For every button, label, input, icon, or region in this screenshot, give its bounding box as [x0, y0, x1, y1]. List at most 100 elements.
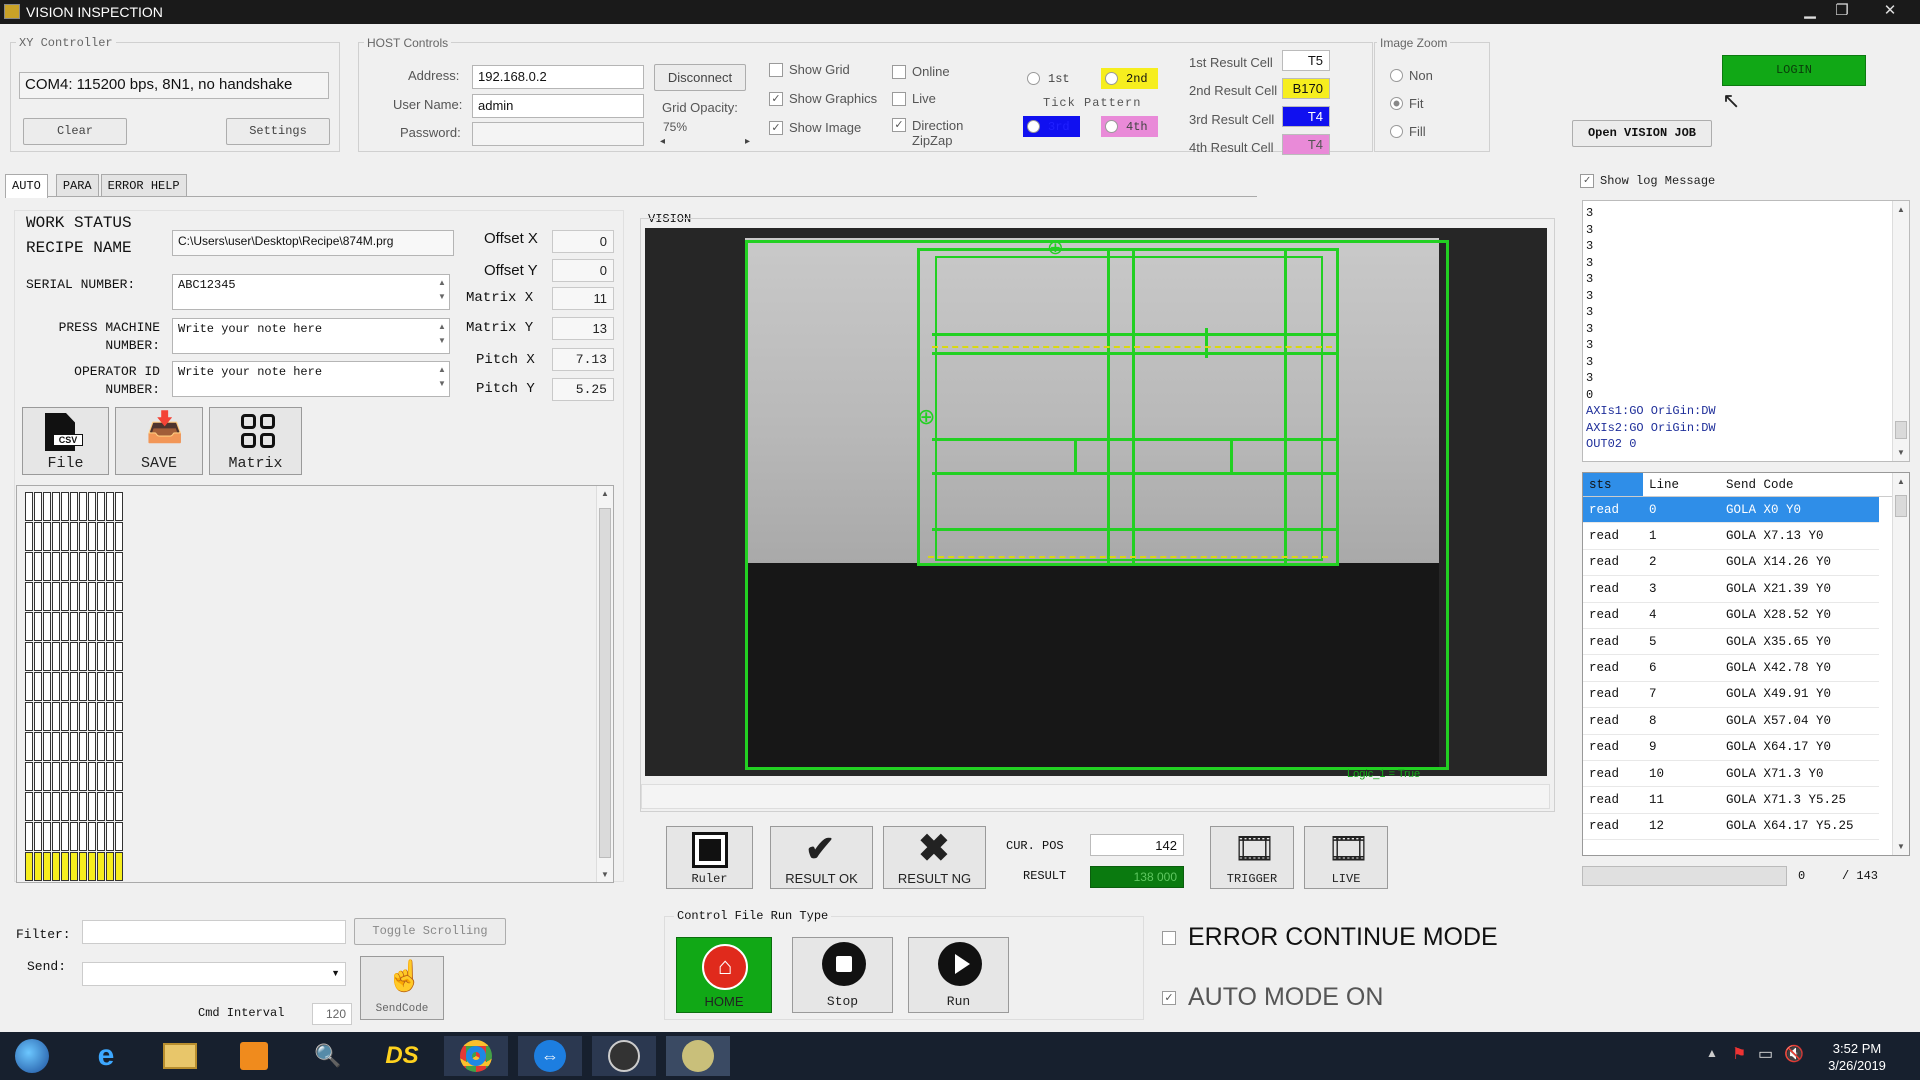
media-player-icon[interactable]	[222, 1036, 286, 1076]
result-cell-2[interactable]: B170	[1282, 78, 1330, 99]
matrix-cell[interactable]	[97, 672, 105, 701]
tick-1st-radio[interactable]: 1st	[1023, 68, 1080, 89]
matrix-cell[interactable]	[52, 852, 60, 881]
matrix-cell[interactable]	[43, 672, 51, 701]
table-row[interactable]: read 1 GOLA X7.13 Y0	[1583, 523, 1879, 550]
matrix-cell[interactable]	[79, 732, 87, 761]
serial-spinner[interactable]: ▲ ▼	[436, 276, 448, 308]
matrix-cell[interactable]	[70, 492, 78, 521]
matrix-cell[interactable]	[25, 822, 33, 851]
matrix-cell[interactable]	[79, 552, 87, 581]
matrix-cell[interactable]	[97, 612, 105, 641]
matrix-cell[interactable]	[25, 672, 33, 701]
matrix-cell[interactable]	[106, 762, 114, 791]
result-ok-button[interactable]: ✔ RESULT OK	[770, 826, 873, 889]
trigger-button[interactable]: 🎞 TRIGGER	[1210, 826, 1294, 889]
matrix-cell[interactable]	[97, 522, 105, 551]
matrix-cell[interactable]	[61, 852, 69, 881]
matrix-cell[interactable]	[34, 552, 42, 581]
open-vision-job-button[interactable]: Open VISION JOB	[1572, 120, 1712, 147]
matrix-cell[interactable]	[34, 582, 42, 611]
matrix-cell[interactable]	[70, 792, 78, 821]
matrix-cell[interactable]	[79, 492, 87, 521]
show-image-checkbox[interactable]: ✓ Show Image	[769, 120, 861, 135]
matrix-cell[interactable]	[106, 492, 114, 521]
matrix-cell[interactable]	[115, 792, 123, 821]
matrix-cell[interactable]	[70, 582, 78, 611]
volume-icon[interactable]: 🔇	[1784, 1044, 1804, 1064]
table-row[interactable]: read 9 GOLA X64.17 Y0	[1583, 735, 1879, 761]
matrix-cell[interactable]	[52, 792, 60, 821]
matrix-cell[interactable]	[25, 612, 33, 641]
serial-number-input[interactable]: ABC12345	[172, 274, 450, 310]
matrix-cell[interactable]	[52, 672, 60, 701]
matrix-cell[interactable]	[97, 732, 105, 761]
matrix-cell[interactable]	[52, 492, 60, 521]
matrix-cell[interactable]	[34, 642, 42, 671]
matrix-cell[interactable]	[25, 522, 33, 551]
table-row[interactable]: read 10 GOLA X71.3 Y0	[1583, 761, 1879, 788]
log-scrollbar[interactable]: ▲ ▼	[1892, 201, 1909, 461]
matrix-cell[interactable]	[61, 552, 69, 581]
matrix-cell[interactable]	[43, 612, 51, 641]
offset-y-field[interactable]: 0	[552, 259, 614, 282]
matrix-cell[interactable]	[88, 522, 96, 551]
matrix-cell[interactable]	[43, 702, 51, 731]
matrix-cell[interactable]	[43, 792, 51, 821]
matrix-cell[interactable]	[79, 792, 87, 821]
matrix-cell[interactable]	[88, 642, 96, 671]
clear-button[interactable]: Clear	[23, 118, 127, 145]
press-machine-input[interactable]: Write your note here	[172, 318, 450, 354]
matrix-cell[interactable]	[70, 522, 78, 551]
matrix-cell[interactable]	[88, 552, 96, 581]
vision-app-taskbar-icon[interactable]	[666, 1036, 730, 1076]
matrix-cell[interactable]	[25, 552, 33, 581]
matrix-cell[interactable]	[88, 822, 96, 851]
grid-opacity-scrollbar[interactable]: ◂ ▸	[660, 136, 750, 148]
table-row[interactable]: read 6 GOLA X42.78 Y0	[1583, 655, 1879, 682]
matrix-cell[interactable]	[97, 852, 105, 881]
matrix-cell[interactable]	[34, 792, 42, 821]
home-button[interactable]: ⌂ HOME	[676, 937, 772, 1013]
cmd-interval-field[interactable]: 120	[312, 1003, 352, 1025]
matrix-cell[interactable]	[79, 522, 87, 551]
header-sts[interactable]: sts	[1583, 473, 1643, 496]
save-button[interactable]: 📥 SAVE	[115, 407, 203, 475]
matrix-cell[interactable]	[61, 822, 69, 851]
matrix-cell[interactable]	[61, 582, 69, 611]
run-button[interactable]: Run	[908, 937, 1009, 1013]
matrix-cell[interactable]	[88, 792, 96, 821]
table-row[interactable]: read 2 GOLA X14.26 Y0	[1583, 550, 1879, 577]
tick-3rd-radio[interactable]: 3rd	[1023, 116, 1080, 137]
matrix-cell[interactable]	[34, 702, 42, 731]
matrix-cell[interactable]	[43, 762, 51, 791]
matrix-cell[interactable]	[70, 822, 78, 851]
matrix-cell[interactable]	[52, 642, 60, 671]
matrix-cell[interactable]	[25, 732, 33, 761]
matrix-cell[interactable]	[43, 582, 51, 611]
ruler-button[interactable]: Ruler	[666, 826, 753, 889]
matrix-cell[interactable]	[115, 822, 123, 851]
matrix-cell[interactable]	[106, 822, 114, 851]
matrix-cell[interactable]	[52, 822, 60, 851]
table-row[interactable]: read 5 GOLA X35.65 Y0	[1583, 629, 1879, 656]
table-row[interactable]: read 3 GOLA X21.39 Y0	[1583, 576, 1879, 603]
tick-2nd-radio[interactable]: 2nd	[1101, 68, 1158, 89]
matrix-cell[interactable]	[88, 732, 96, 761]
matrix-cell[interactable]	[25, 792, 33, 821]
table-scrollbar[interactable]: ▲ ▼	[1892, 473, 1909, 855]
magnifier-icon[interactable]: 🔍	[296, 1036, 360, 1076]
matrix-cell[interactable]	[70, 612, 78, 641]
matrix-cell[interactable]	[61, 672, 69, 701]
show-graphics-checkbox[interactable]: ✓ Show Graphics	[769, 91, 877, 106]
auto-mode-checkbox[interactable]: ✓ AUTO MODE ON	[1162, 983, 1383, 1012]
matrix-cell[interactable]	[25, 852, 33, 881]
error-continue-checkbox[interactable]: ERROR CONTINUE MODE	[1162, 923, 1498, 952]
close-icon[interactable]: ✕	[1870, 1, 1910, 21]
matrix-cell[interactable]	[88, 612, 96, 641]
matrix-cell[interactable]	[88, 582, 96, 611]
matrix-cell[interactable]	[61, 522, 69, 551]
table-row[interactable]: read 7 GOLA X49.91 Y0	[1583, 682, 1879, 709]
matrix-scrollbar[interactable]: ▲ ▼	[596, 486, 613, 882]
matrix-cell[interactable]	[25, 642, 33, 671]
